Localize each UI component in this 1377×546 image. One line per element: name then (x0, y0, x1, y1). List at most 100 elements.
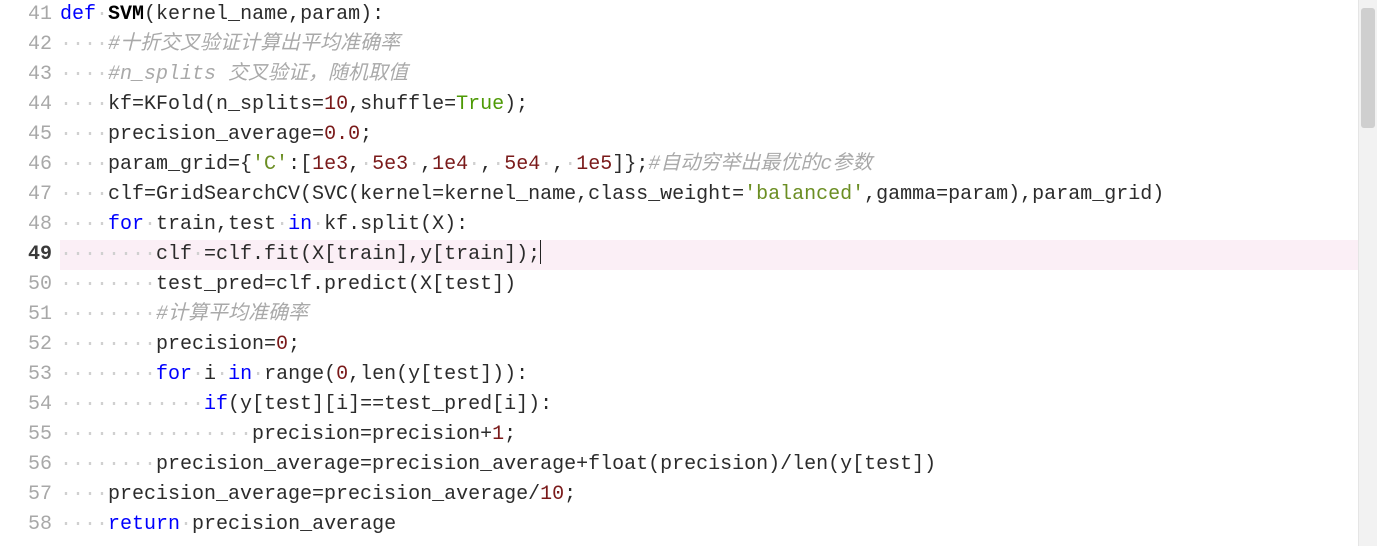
code-line[interactable]: 52········precision=0; (0, 330, 1377, 360)
code-content[interactable]: ····kf=KFold(n_splits=10,shuffle=True); (60, 90, 1377, 120)
code-content[interactable]: ····return·precision_average (60, 510, 1377, 540)
code-content[interactable]: ········for·i·in·range(0,len(y[test])): (60, 360, 1377, 390)
code-content[interactable]: ····for·train,test·in·kf.split(X): (60, 210, 1377, 240)
code-line[interactable]: 53········for·i·in·range(0,len(y[test]))… (0, 360, 1377, 390)
code-token: · (408, 153, 420, 176)
code-token: · (312, 213, 324, 236)
code-line[interactable]: 46····param_grid={'C':[1e3,·5e3·,1e4·,·5… (0, 150, 1377, 180)
code-token: ···· (60, 213, 108, 236)
code-token: ········ (60, 333, 156, 356)
code-content[interactable]: ········test_pred=clf.predict(X[test]) (60, 270, 1377, 300)
code-line[interactable]: 56········precision_average=precision_av… (0, 450, 1377, 480)
code-token: param_grid={ (108, 153, 252, 176)
code-token: precision_average=precision_average/ (108, 483, 540, 506)
code-token: ················ (60, 423, 252, 446)
line-number: 58 (0, 510, 60, 540)
code-line[interactable]: 44····kf=KFold(n_splits=10,shuffle=True)… (0, 90, 1377, 120)
code-content[interactable]: ········clf·=clf.fit(X[train],y[train]); (60, 240, 1377, 270)
line-number: 55 (0, 420, 60, 450)
line-number: 47 (0, 180, 60, 210)
code-content[interactable]: ········#计算平均准确率 (60, 300, 1377, 330)
line-number: 57 (0, 480, 60, 510)
code-token: ···· (60, 33, 108, 56)
code-line[interactable]: 58····return·precision_average (0, 510, 1377, 540)
code-line[interactable]: 50········test_pred=clf.predict(X[test]) (0, 270, 1377, 300)
code-line[interactable]: 43····#n_splits 交叉验证，随机取值 (0, 60, 1377, 90)
code-token: precision=precision+ (252, 423, 492, 446)
code-token: , (480, 153, 492, 176)
code-content[interactable]: def·SVM(kernel_name,param): (60, 0, 1377, 30)
code-token: 0.0 (324, 123, 360, 146)
code-token: test_pred=clf.predict(X[test]) (156, 273, 516, 296)
code-token: precision_average (192, 513, 396, 536)
code-token: · (564, 153, 576, 176)
line-number: 46 (0, 150, 60, 180)
code-token: · (468, 153, 480, 176)
code-content[interactable]: ····#十折交叉验证计算出平均准确率 (60, 30, 1377, 60)
code-token: , (420, 153, 432, 176)
line-number: 51 (0, 300, 60, 330)
code-line[interactable]: 45····precision_average=0.0; (0, 120, 1377, 150)
code-token: kf.split(X): (324, 213, 468, 236)
code-token: · (144, 213, 156, 236)
code-token: ; (504, 423, 516, 446)
code-token: · (540, 153, 552, 176)
code-token: ········ (60, 273, 156, 296)
code-token: ); (504, 93, 528, 116)
code-line[interactable]: 54············if(y[test][i]==test_pred[i… (0, 390, 1377, 420)
code-line[interactable]: 57····precision_average=precision_averag… (0, 480, 1377, 510)
code-token: in (228, 363, 252, 386)
code-token: · (360, 153, 372, 176)
code-token: kf=KFold(n_splits= (108, 93, 324, 116)
code-token: precision_average= (108, 123, 324, 146)
code-token: 5e3 (372, 153, 408, 176)
code-line[interactable]: 51········#计算平均准确率 (0, 300, 1377, 330)
text-cursor (540, 240, 541, 264)
code-token: (kernel_name,param): (144, 3, 384, 26)
code-content[interactable]: ················precision=precision+1; (60, 420, 1377, 450)
code-token: clf (156, 243, 192, 266)
code-line[interactable]: 41def·SVM(kernel_name,param): (0, 0, 1377, 30)
scrollbar-thumb[interactable] (1361, 8, 1375, 128)
code-token: , (348, 153, 360, 176)
code-token: · (492, 153, 504, 176)
code-token: ···· (60, 513, 108, 536)
line-number: 42 (0, 30, 60, 60)
code-content[interactable]: ········precision=0; (60, 330, 1377, 360)
code-token: def (60, 3, 96, 26)
code-token: 1e5 (576, 153, 612, 176)
code-token: · (96, 3, 108, 26)
code-token: in (288, 213, 312, 236)
code-line[interactable]: 48····for·train,test·in·kf.split(X): (0, 210, 1377, 240)
code-content[interactable]: ····#n_splits 交叉验证，随机取值 (60, 60, 1377, 90)
code-token: · (192, 363, 204, 386)
code-token: #自动穷举出最优的c参数 (648, 153, 872, 176)
code-content[interactable]: ············if(y[test][i]==test_pred[i])… (60, 390, 1377, 420)
code-content[interactable]: ····precision_average=precision_average/… (60, 480, 1377, 510)
code-token: 1 (492, 423, 504, 446)
code-token: #计算平均准确率 (156, 303, 308, 326)
code-line[interactable]: 49········clf·=clf.fit(X[train],y[train]… (0, 240, 1377, 270)
line-number: 54 (0, 390, 60, 420)
code-token: ········ (60, 243, 156, 266)
code-line[interactable]: 42····#十折交叉验证计算出平均准确率 (0, 30, 1377, 60)
code-token: ···· (60, 153, 108, 176)
code-token: ············ (60, 393, 204, 416)
code-content[interactable]: ········precision_average=precision_aver… (60, 450, 1377, 480)
vertical-scrollbar[interactable] (1358, 0, 1377, 546)
code-token: ········ (60, 303, 156, 326)
code-editor[interactable]: 41def·SVM(kernel_name,param):42····#十折交叉… (0, 0, 1377, 546)
code-content[interactable]: ····param_grid={'C':[1e3,·5e3·,1e4·,·5e4… (60, 150, 1377, 180)
code-line[interactable]: 55················precision=precision+1; (0, 420, 1377, 450)
code-content[interactable]: ····clf=GridSearchCV(SVC(kernel=kernel_n… (60, 180, 1377, 210)
code-content[interactable]: ····precision_average=0.0; (60, 120, 1377, 150)
code-token: ; (564, 483, 576, 506)
code-line[interactable]: 47····clf=GridSearchCV(SVC(kernel=kernel… (0, 180, 1377, 210)
code-token: 'balanced' (744, 183, 864, 206)
line-number: 53 (0, 360, 60, 390)
code-token: · (216, 363, 228, 386)
code-token: train,test (156, 213, 276, 236)
code-token: range( (264, 363, 336, 386)
line-number: 44 (0, 90, 60, 120)
code-token: for (156, 363, 192, 386)
